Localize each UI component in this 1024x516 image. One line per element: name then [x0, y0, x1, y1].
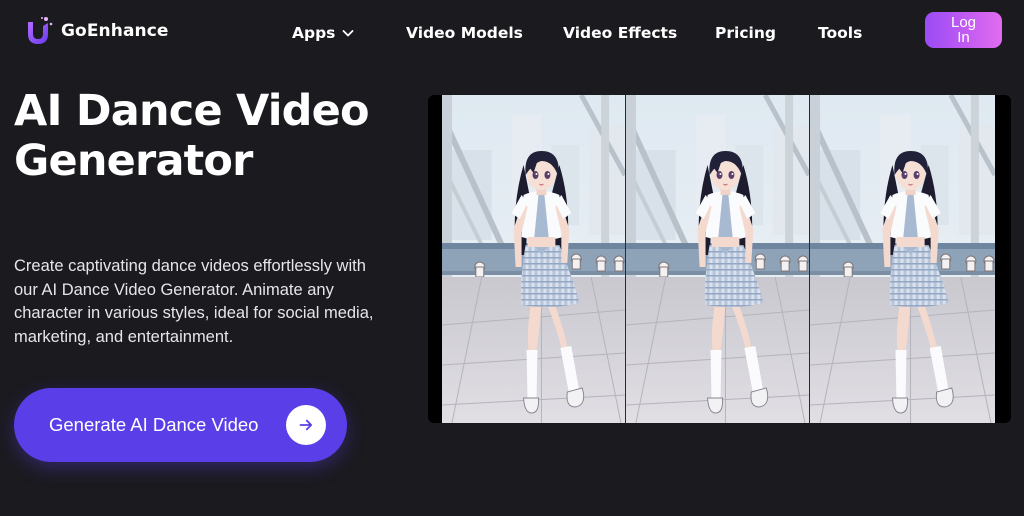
nav-item-video-effects[interactable]: Video Effects	[563, 22, 677, 44]
login-button[interactable]: Log In	[925, 12, 1002, 48]
generate-dance-video-button[interactable]: Generate AI Dance Video	[14, 388, 347, 462]
nav-item-tools[interactable]: Tools	[818, 22, 862, 44]
dance-video-preview[interactable]	[428, 95, 1011, 423]
nav-item-apps[interactable]: Apps	[292, 22, 355, 44]
arrow-right-icon	[299, 419, 313, 431]
hero-title: AI Dance Video Generator	[14, 86, 370, 186]
preview-frame	[810, 95, 995, 423]
nav-item-label: Tools	[818, 24, 863, 42]
nav-item-video-models[interactable]: Video Models	[406, 22, 523, 44]
cta-arrow-circle	[286, 405, 326, 445]
dancer-frame-image	[442, 95, 625, 423]
nav-item-label: Video Models	[406, 24, 523, 42]
preview-frame	[626, 95, 810, 423]
preview-frames	[442, 95, 995, 423]
dancer-frame-image	[626, 95, 809, 423]
nav-item-pricing[interactable]: Pricing	[715, 22, 776, 44]
preview-frame	[442, 95, 626, 423]
brand-logo[interactable]: GoEnhance	[22, 15, 169, 47]
hero-description: Create captivating dance videos effortle…	[14, 257, 374, 346]
brand-name: GoEnhance	[61, 21, 169, 41]
goenhance-logo-icon	[28, 17, 53, 44]
nav-item-label: Apps	[292, 24, 336, 42]
dancer-frame-image	[810, 95, 995, 423]
chevron-down-icon	[343, 30, 354, 37]
site-header: GoEnhance Apps Video Models Video Effect…	[0, 0, 1024, 66]
nav-item-label: Pricing	[715, 24, 776, 42]
cta-label: Generate AI Dance Video	[49, 414, 259, 435]
nav-item-label: Video Effects	[563, 24, 678, 42]
